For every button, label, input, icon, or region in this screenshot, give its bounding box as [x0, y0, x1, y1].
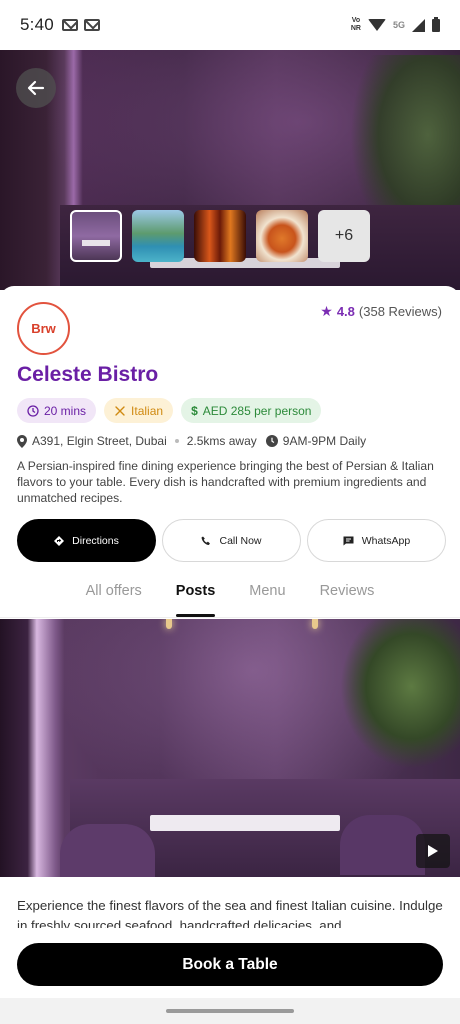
- tab-reviews[interactable]: Reviews: [320, 571, 375, 617]
- arrow-left-icon: [27, 80, 45, 96]
- restaurant-description: A Persian-inspired fine dining experienc…: [17, 459, 434, 505]
- cuisine-chip: Italian: [104, 398, 174, 423]
- status-indicators: Vo NR 5G: [350, 16, 440, 33]
- chair-decor: [60, 824, 155, 877]
- phone-icon: [201, 536, 211, 545]
- hours-text: 9AM-9PM Daily: [282, 434, 367, 448]
- message-icon: [343, 536, 354, 545]
- gallery-thumbnail[interactable]: [194, 210, 246, 262]
- volte-indicator: Vo NR: [350, 17, 361, 32]
- directions-button[interactable]: Directions: [17, 519, 156, 562]
- play-button[interactable]: [416, 834, 450, 868]
- signal-icon: [412, 18, 425, 32]
- utensils-icon: [115, 405, 125, 416]
- hero-gallery[interactable]: +6: [0, 50, 460, 290]
- dollar-icon: $: [191, 403, 198, 418]
- clock-icon: [265, 435, 278, 447]
- whatsapp-button[interactable]: WhatsApp: [307, 519, 446, 562]
- content-tabs: All offers Posts Menu Reviews: [0, 571, 460, 618]
- price-chip: $ AED 285 per person: [181, 398, 322, 423]
- time-chip: 20 mins: [17, 398, 97, 423]
- address-text: A391, Elgin Street, Dubai: [32, 434, 167, 448]
- chair-decor: [340, 815, 425, 875]
- post-media[interactable]: [0, 619, 460, 877]
- status-time: 5:40: [20, 15, 54, 34]
- system-nav-area: [0, 998, 460, 1024]
- table-decor: [150, 815, 340, 831]
- star-icon: ★: [320, 303, 333, 319]
- info-chips: 20 mins Italian $ AED 285 per person: [17, 398, 322, 423]
- network-type: 5G: [392, 20, 405, 30]
- bottom-bar: Book a Table: [0, 928, 460, 998]
- plant-decor: [340, 619, 460, 769]
- tab-posts[interactable]: Posts: [175, 571, 215, 617]
- restaurant-name: Celeste Bistro: [17, 363, 159, 386]
- rating[interactable]: ★ 4.8 (358 Reviews): [320, 303, 442, 320]
- home-indicator[interactable]: [166, 1009, 294, 1013]
- play-icon: [428, 845, 438, 857]
- location-pin-icon: [17, 434, 27, 448]
- gallery-more-button[interactable]: +6: [318, 210, 370, 262]
- separator-dot: [174, 439, 179, 443]
- review-count: (358 Reviews): [358, 304, 442, 319]
- clock-icon: [27, 404, 39, 417]
- distance-text: 2.5kms away: [186, 434, 257, 448]
- gallery-thumbnails: +6: [70, 210, 370, 262]
- notification-icons: [61, 19, 100, 31]
- call-now-button[interactable]: Call Now: [162, 519, 301, 562]
- gmail-icon: [83, 19, 100, 31]
- directions-icon: [54, 535, 65, 546]
- gallery-thumbnail[interactable]: [256, 210, 308, 262]
- gallery-thumbnail[interactable]: [132, 210, 184, 262]
- address-line: A391, Elgin Street, Dubai 2.5kms away 9A…: [17, 434, 366, 448]
- battery-icon: [432, 16, 440, 32]
- wifi-icon: [367, 19, 386, 31]
- gmail-icon: [61, 19, 78, 31]
- tab-menu[interactable]: Menu: [249, 571, 285, 617]
- action-buttons: Directions Call Now WhatsApp: [17, 519, 446, 562]
- back-button[interactable]: [16, 68, 56, 108]
- lamp-decor: [312, 619, 318, 629]
- tab-all-offers[interactable]: All offers: [86, 571, 142, 617]
- status-bar: 5:40 Vo NR 5G: [0, 0, 460, 50]
- rating-value: 4.8: [336, 304, 355, 319]
- book-table-button[interactable]: Book a Table: [17, 943, 443, 986]
- restaurant-info-card: Brw ★ 4.8 (358 Reviews) Celeste Bistro 2…: [0, 286, 460, 618]
- gallery-thumbnail[interactable]: [70, 210, 122, 262]
- lamp-decor: [166, 619, 172, 629]
- restaurant-logo: Brw: [17, 302, 70, 355]
